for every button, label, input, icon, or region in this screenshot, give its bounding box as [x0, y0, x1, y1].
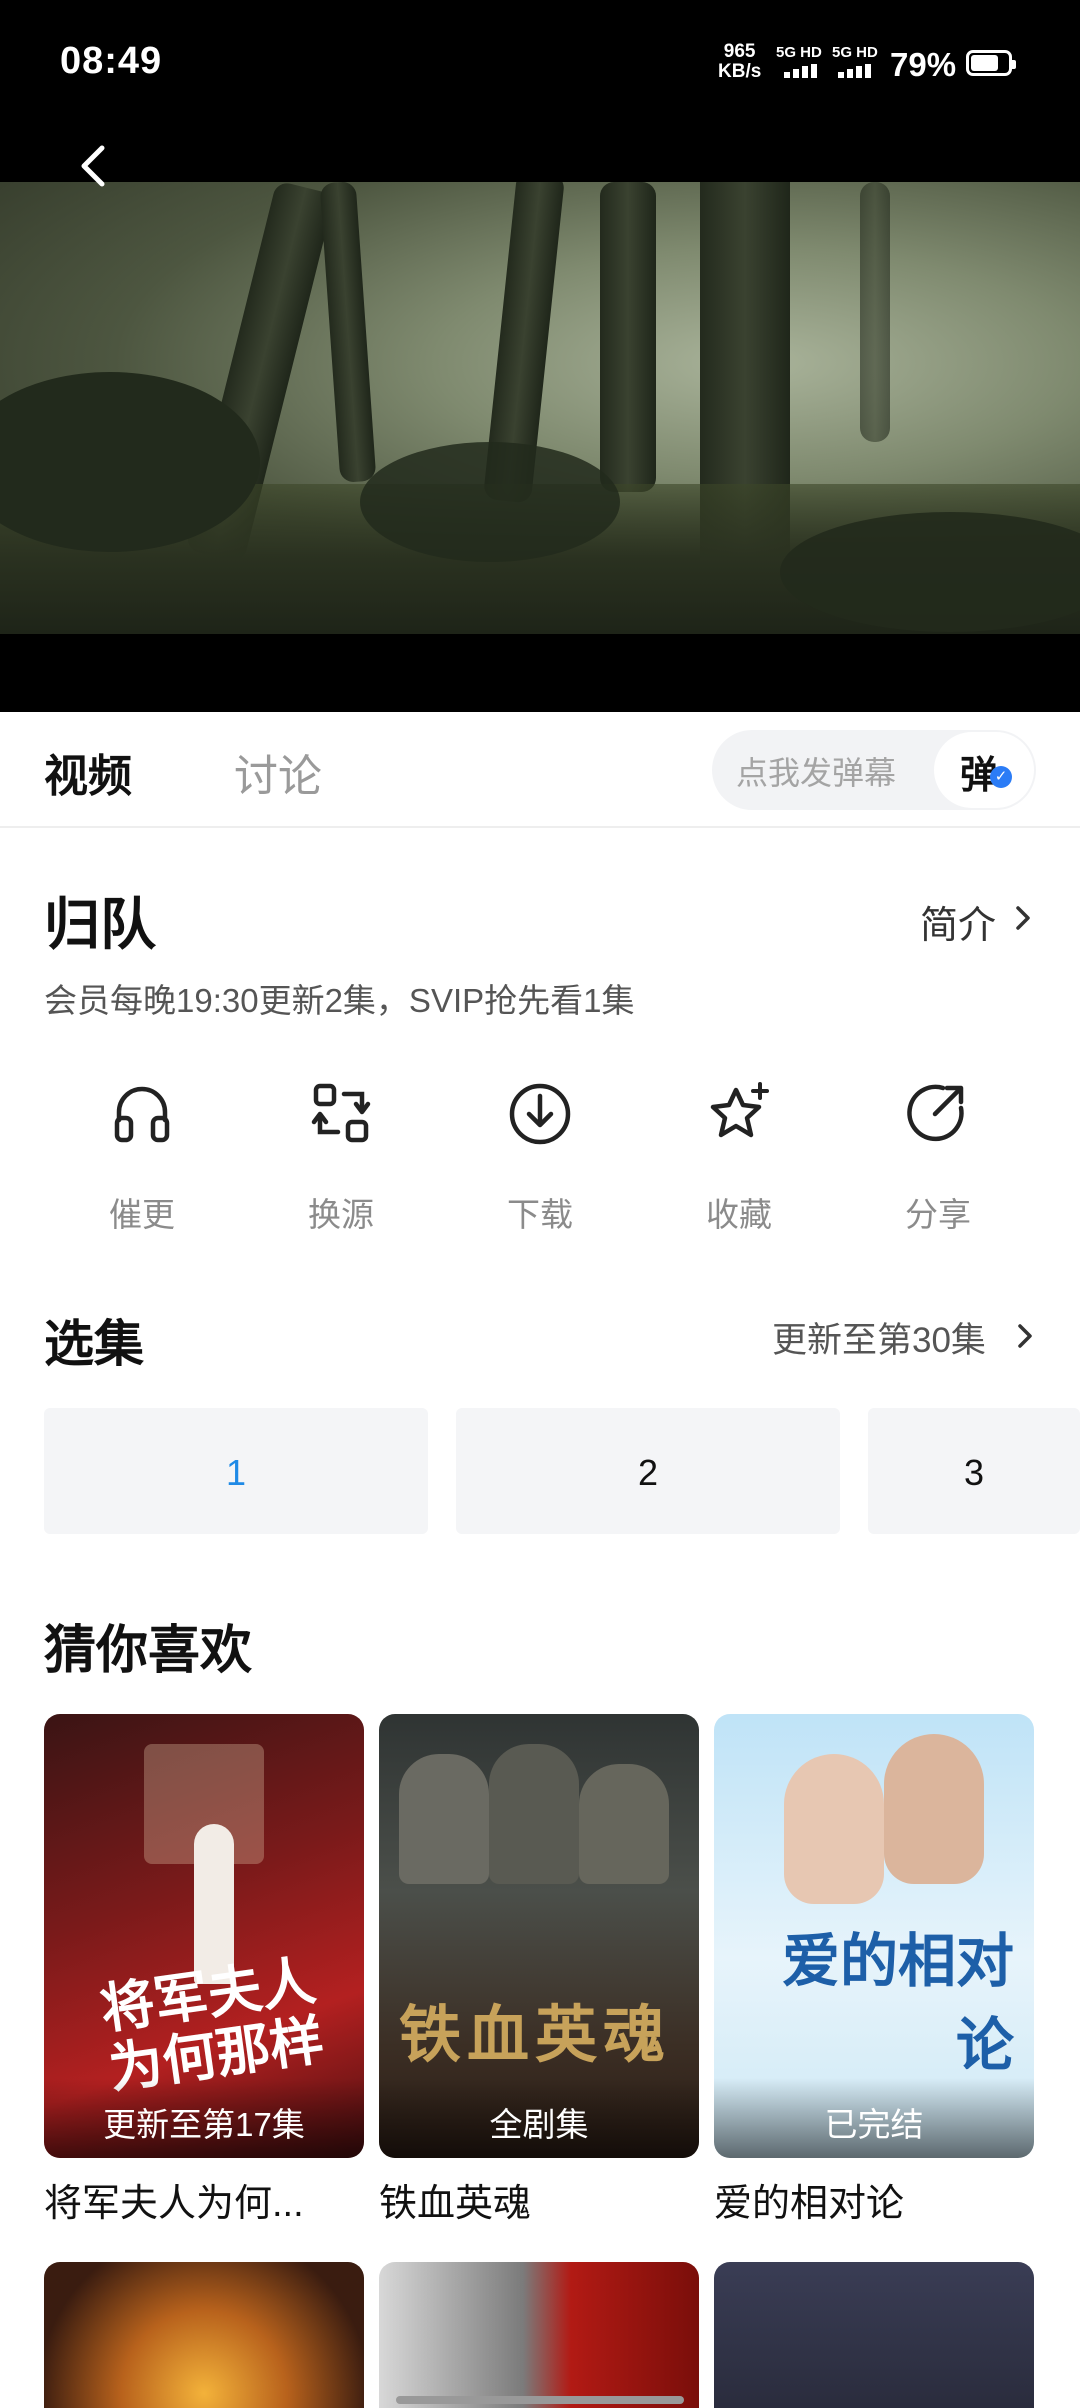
- check-badge-icon: ✓: [990, 766, 1012, 788]
- poster-badge: 更新至第17集: [103, 2106, 305, 2143]
- episodes-title: 选集: [44, 1316, 144, 1372]
- action-label: 催更: [109, 1196, 175, 1233]
- recommendations-title: 猜你喜欢: [44, 1622, 253, 1680]
- signal-bars-icon-2: [838, 64, 882, 83]
- download-icon: [509, 1083, 571, 1145]
- recommendation-title[interactable]: 铁血英魂: [379, 2172, 709, 2227]
- video-frame[interactable]: [0, 182, 1080, 634]
- action-label: 分享: [905, 1196, 971, 1233]
- update-schedule: 会员每晚19:30更新2集，SVIP抢先看1集: [44, 982, 635, 1019]
- star-add-icon: [710, 1082, 769, 1138]
- episode-number: 2: [637, 1452, 659, 1493]
- headphones-icon: [114, 1086, 170, 1143]
- poster-art-text: 将军夫人为何那样: [96, 1947, 328, 2101]
- show-title: 归队: [44, 893, 156, 956]
- episode-tile[interactable]: 3: [868, 1408, 1080, 1534]
- home-indicator[interactable]: [396, 2396, 684, 2404]
- network-speed: 965 KB/s: [718, 42, 761, 82]
- action-favorite[interactable]: 收藏: [664, 1080, 814, 1233]
- recommendation-poster[interactable]: [379, 2262, 699, 2408]
- chevron-left-icon: [81, 145, 105, 187]
- poster-badge: 全剧集: [489, 2106, 589, 2143]
- tab-video[interactable]: 视频: [44, 740, 132, 804]
- signal-label-2: 5G HD: [832, 44, 878, 61]
- episode-tile[interactable]: 2: [456, 1408, 840, 1534]
- chevron-right-icon[interactable]: [1010, 898, 1036, 938]
- action-label: 换源: [308, 1196, 374, 1233]
- chevron-right-icon[interactable]: [1012, 1316, 1038, 1356]
- episode-tile[interactable]: 1: [44, 1408, 428, 1534]
- status-time: 08:49: [60, 40, 163, 82]
- poster-art-text: 爱的相对论: [781, 1927, 1014, 2079]
- recommendation-poster[interactable]: 铁血英魂 全剧集: [379, 1714, 699, 2158]
- back-button[interactable]: [70, 138, 120, 194]
- battery-percentage: 79%: [890, 46, 957, 83]
- episode-number: 1: [225, 1452, 247, 1493]
- episodes-update-link[interactable]: 更新至第30集: [772, 1312, 986, 1363]
- action-download[interactable]: 下载: [465, 1080, 615, 1233]
- share-icon: [907, 1084, 964, 1142]
- action-remind-update[interactable]: 催更: [67, 1080, 217, 1233]
- recommendation-title[interactable]: 爱的相对论: [714, 2172, 1044, 2227]
- recommendation-poster[interactable]: 将军夫人为何那样 更新至第17集: [44, 1714, 364, 2158]
- signal-bars-icon-1: [784, 64, 828, 83]
- battery-fill: [971, 55, 998, 71]
- network-speed-unit: KB/s: [718, 61, 762, 82]
- danmaku-placeholder[interactable]: 点我发弹幕: [736, 748, 896, 794]
- recommendation-poster[interactable]: [714, 2262, 1034, 2408]
- action-label: 下载: [507, 1196, 573, 1233]
- action-share[interactable]: 分享: [863, 1080, 1013, 1233]
- recommendation-title[interactable]: 将军夫人为何...: [44, 2172, 374, 2227]
- recommendation-poster[interactable]: 爱的相对论 已完结: [714, 1714, 1034, 2158]
- action-switch-source[interactable]: 换源: [266, 1080, 416, 1233]
- poster-badge: 已完结: [824, 2106, 924, 2143]
- episode-number: 3: [963, 1452, 984, 1493]
- battery-icon: [966, 50, 1016, 76]
- intro-link[interactable]: 简介: [920, 894, 996, 949]
- signal-label-1: 5G HD: [776, 44, 822, 61]
- switch-source-icon: [311, 1083, 371, 1143]
- tab-discuss[interactable]: 讨论: [234, 740, 322, 804]
- network-speed-value: 965: [723, 41, 756, 62]
- recommendation-poster[interactable]: [44, 2262, 364, 2408]
- action-label: 收藏: [706, 1196, 772, 1233]
- poster-art-text: 铁血英魂: [399, 1998, 672, 2071]
